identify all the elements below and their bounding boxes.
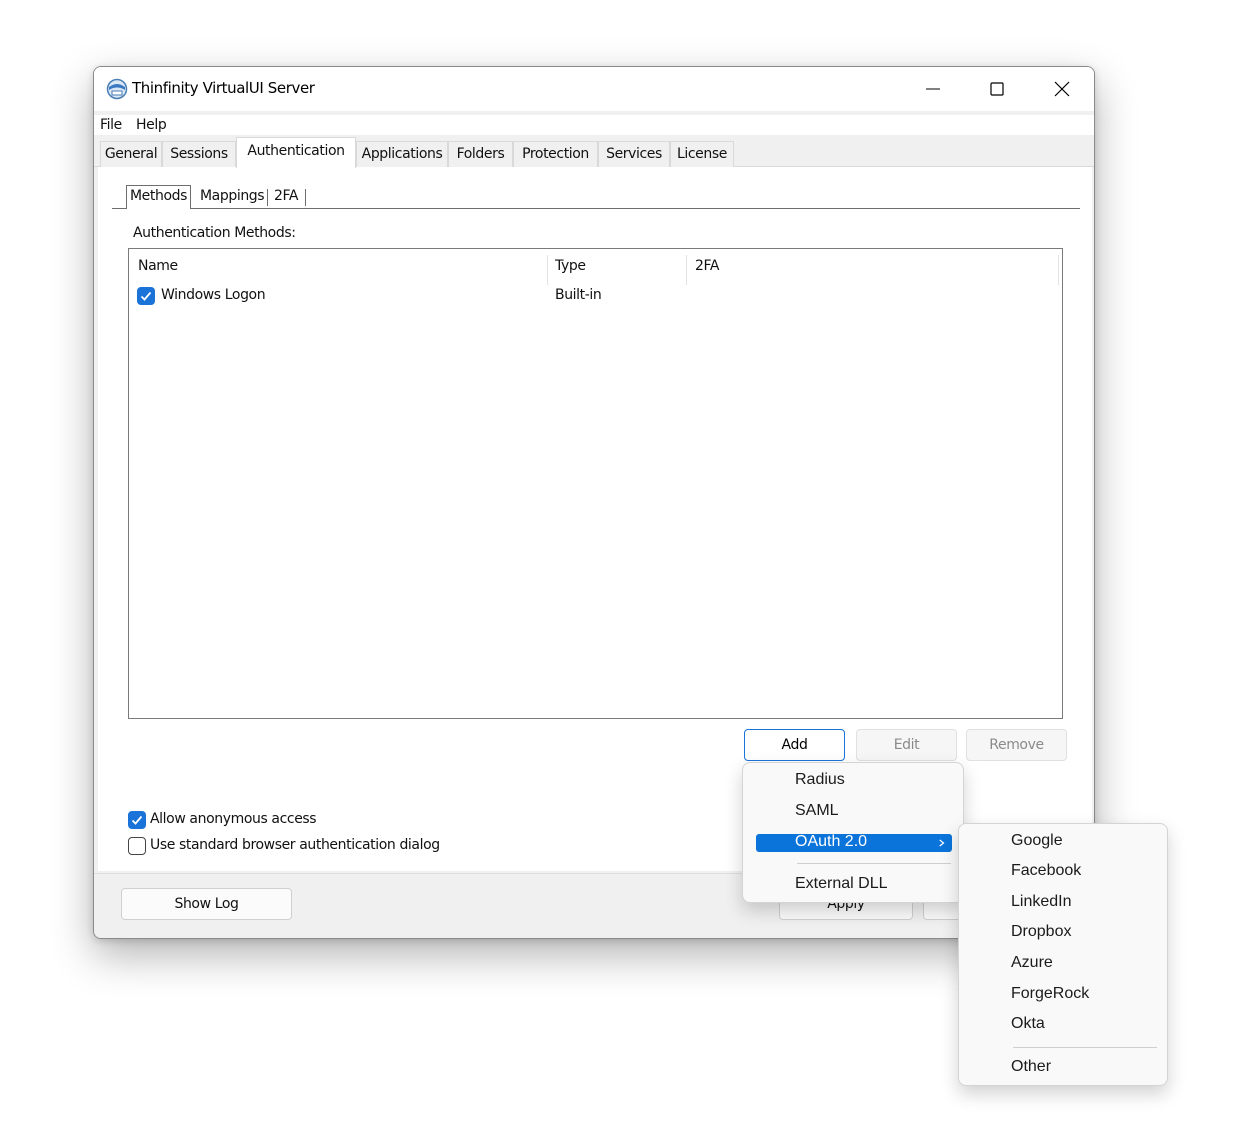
row-name: Windows Logon	[161, 287, 265, 303]
anonymous-label: Allow anonymous access	[150, 811, 316, 827]
menu-bar: File Help	[94, 115, 1094, 135]
browser-dialog-checkbox[interactable]	[128, 837, 146, 855]
checkmark-icon	[131, 814, 143, 826]
submenu-item-azure[interactable]: Azure	[1011, 954, 1053, 972]
maximize-button[interactable]	[968, 67, 1026, 111]
app-icon	[106, 78, 128, 100]
column-divider	[686, 255, 687, 285]
submenu-item-forgerock[interactable]: ForgeRock	[1011, 985, 1089, 1003]
subtab-divider	[267, 189, 268, 206]
menu-item-oauth[interactable]: OAuth 2.0	[756, 834, 952, 852]
methods-list[interactable]: Name Type 2FA Windows Logon Built-in	[128, 248, 1063, 719]
title-bar: Thinfinity VirtualUI Server	[94, 67, 1094, 111]
show-log-button[interactable]: Show Log	[121, 888, 292, 920]
submenu-item-dropbox[interactable]: Dropbox	[1011, 923, 1071, 941]
submenu-item-google[interactable]: Google	[1011, 832, 1063, 850]
column-2fa[interactable]: 2FA	[695, 258, 719, 274]
chevron-right-icon	[939, 838, 945, 848]
tab-general[interactable]: General	[100, 141, 162, 167]
submenu-item-okta[interactable]: Okta	[1011, 1015, 1045, 1033]
column-name[interactable]: Name	[138, 258, 178, 274]
window-title: Thinfinity VirtualUI Server	[132, 79, 315, 97]
menu-item-external-dll[interactable]: External DLL	[795, 875, 888, 893]
oauth-submenu: Google Facebook LinkedIn Dropbox Azure F…	[958, 823, 1168, 1086]
submenu-item-linkedin[interactable]: LinkedIn	[1011, 893, 1072, 911]
menu-separator	[797, 863, 951, 864]
checkmark-icon	[140, 290, 152, 302]
tab-applications[interactable]: Applications	[356, 141, 448, 167]
row-type: Built-in	[555, 287, 601, 303]
tab-services[interactable]: Services	[598, 141, 670, 167]
row-checkbox[interactable]	[137, 287, 155, 305]
tab-protection[interactable]: Protection	[513, 141, 598, 167]
tab-license[interactable]: License	[670, 141, 734, 167]
close-icon	[1054, 81, 1070, 97]
remove-button[interactable]: Remove	[966, 729, 1067, 761]
minimize-icon	[925, 81, 941, 97]
menu-separator	[1013, 1047, 1157, 1048]
subtab-methods[interactable]: Methods	[126, 185, 191, 209]
menu-file[interactable]: File	[100, 117, 122, 133]
tab-folders[interactable]: Folders	[448, 141, 513, 167]
tab-sessions[interactable]: Sessions	[162, 141, 236, 167]
menu-item-saml[interactable]: SAML	[795, 802, 839, 820]
column-type[interactable]: Type	[555, 258, 586, 274]
main-tab-strip: General Sessions Authentication Applicat…	[94, 137, 1094, 167]
close-button[interactable]	[1033, 67, 1091, 111]
table-row[interactable]: Windows Logon Built-in	[129, 283, 1062, 309]
menu-help[interactable]: Help	[136, 117, 166, 133]
submenu-item-facebook[interactable]: Facebook	[1011, 862, 1081, 880]
anonymous-checkbox[interactable]	[128, 811, 146, 829]
subtab-divider	[305, 189, 306, 206]
edit-button[interactable]: Edit	[856, 729, 957, 761]
column-divider	[547, 255, 548, 285]
section-label: Authentication Methods:	[133, 225, 296, 241]
maximize-icon	[989, 81, 1005, 97]
column-divider	[1058, 255, 1059, 285]
subtab-2fa[interactable]: 2FA	[274, 187, 298, 208]
minimize-button[interactable]	[904, 67, 962, 111]
list-header: Name Type 2FA	[129, 249, 1062, 283]
tab-authentication[interactable]: Authentication	[236, 137, 356, 168]
subtab-mappings[interactable]: Mappings	[200, 187, 264, 208]
menu-item-radius[interactable]: Radius	[795, 771, 845, 789]
browser-dialog-label: Use standard browser authentication dial…	[150, 837, 440, 853]
add-dropdown-menu: Radius SAML OAuth 2.0 External DLL	[742, 762, 964, 903]
menu-item-oauth-label: OAuth 2.0	[795, 833, 867, 851]
methods-subtab-strip: Methods Mappings 2FA	[112, 187, 1080, 209]
add-button[interactable]: Add	[744, 729, 845, 761]
submenu-item-other[interactable]: Other	[1011, 1058, 1051, 1076]
